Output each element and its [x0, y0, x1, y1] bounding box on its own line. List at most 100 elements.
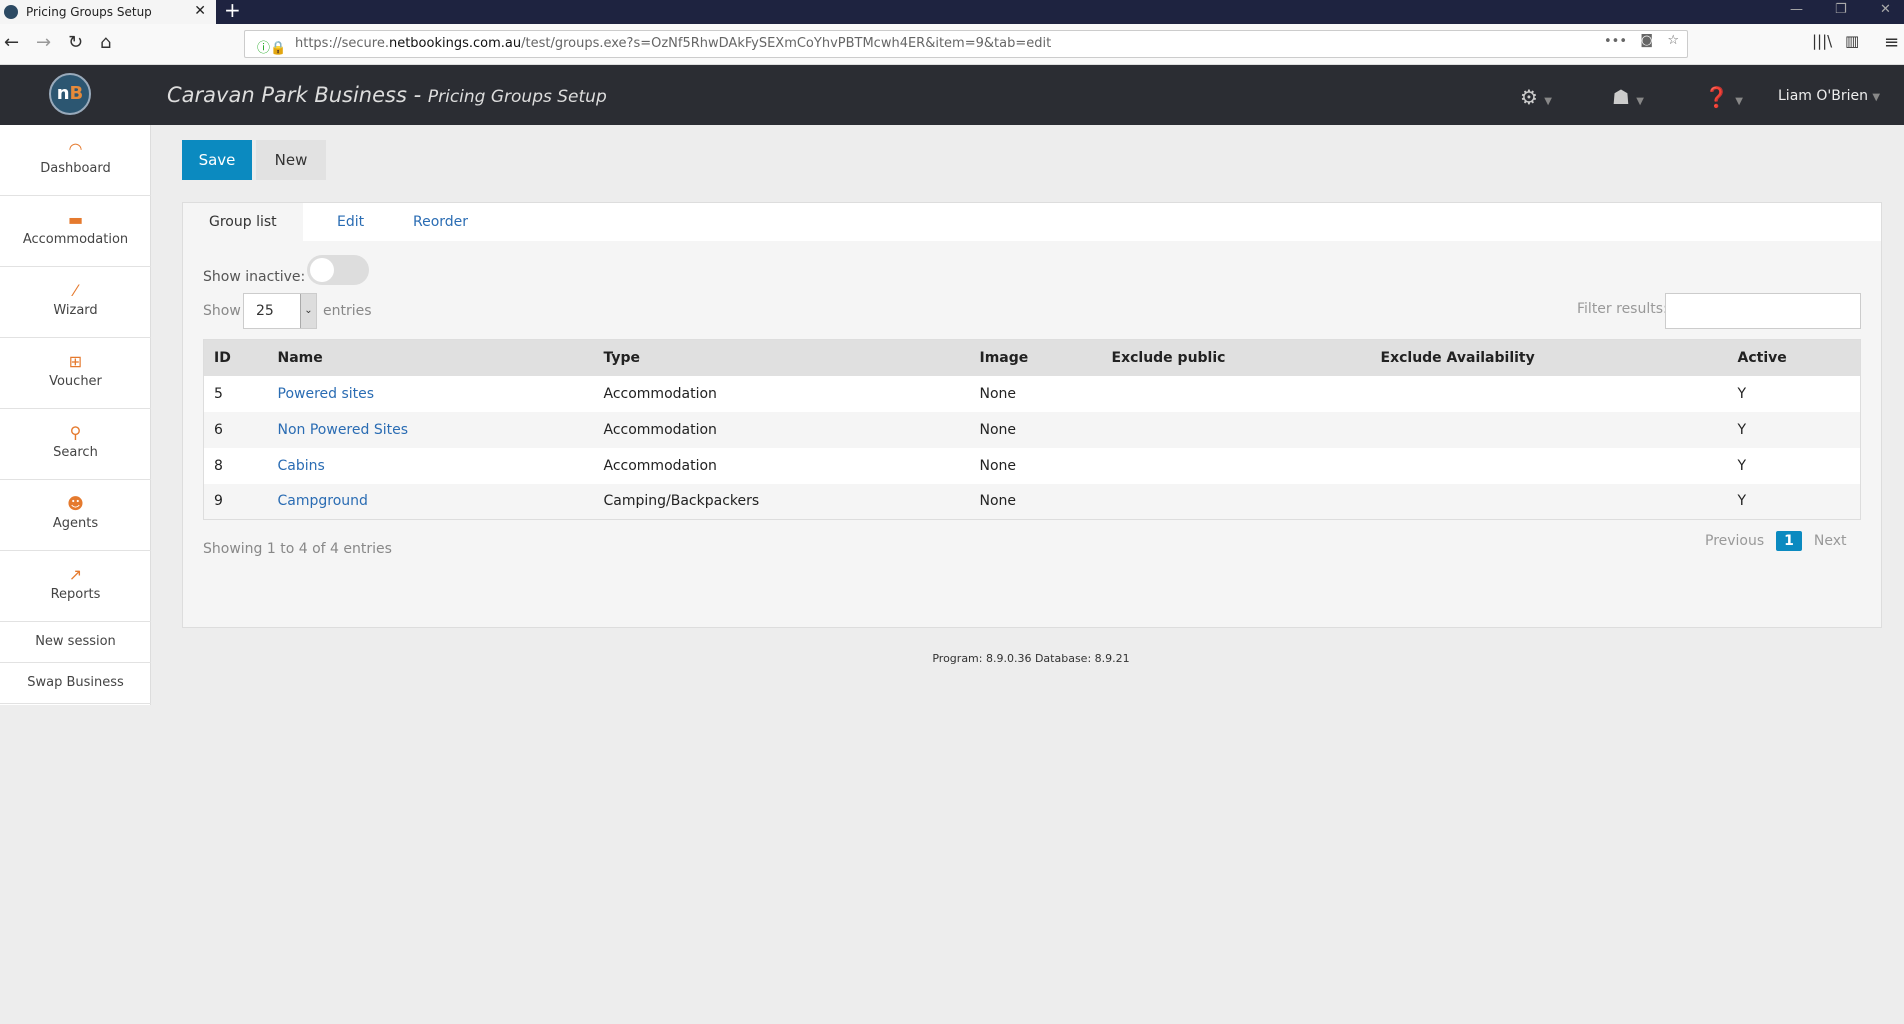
tab-title: Pricing Groups Setup — [26, 5, 152, 19]
groups-table: ID Name Type Image Exclude public Exclud… — [203, 339, 1861, 520]
browser-nav-bar: ← → ↻ ⌂ ⓘ🔒 https://secure.netbookings.co… — [0, 24, 1904, 65]
next-button[interactable]: Next — [1814, 533, 1847, 549]
pocket-icon[interactable]: ◙ — [1640, 33, 1653, 48]
show-inactive-toggle[interactable] — [307, 255, 369, 285]
cell-image: None — [969, 447, 1102, 484]
address-bar[interactable]: ⓘ🔒 https://secure.netbookings.com.au/tes… — [244, 30, 1688, 58]
cell-name: Campground — [267, 483, 594, 520]
cell-exclude-availability — [1370, 375, 1728, 412]
col-id[interactable]: ID — [203, 339, 268, 376]
cell-exclude-public — [1101, 411, 1371, 448]
col-type[interactable]: Type — [593, 339, 970, 376]
filter-label: Filter results: — [1577, 301, 1668, 317]
col-exclude-availability[interactable]: Exclude Availability — [1370, 339, 1728, 376]
sidebar-item-voucher[interactable]: ⊞ Voucher — [0, 338, 151, 409]
tab-reorder[interactable]: Reorder — [387, 203, 494, 241]
minimize-icon[interactable]: — — [1790, 2, 1803, 17]
new-tab-button[interactable]: + — [224, 0, 241, 22]
library-icon[interactable]: |||\ — [1812, 32, 1832, 50]
cell-active: Y — [1727, 483, 1861, 520]
group-name-link[interactable]: Powered sites — [278, 386, 375, 402]
tab-group-list[interactable]: Group list — [183, 203, 303, 241]
cell-exclude-public — [1101, 483, 1371, 520]
filter-input[interactable] — [1665, 293, 1861, 329]
sidebar-item-accommodation[interactable]: ▬ Accommodation — [0, 196, 151, 267]
page-1-button[interactable]: 1 — [1776, 531, 1802, 551]
forward-icon[interactable]: → — [36, 32, 51, 53]
cell-exclude-availability — [1370, 447, 1728, 484]
url-prefix: https://secure. — [295, 36, 389, 51]
cell-active: Y — [1727, 375, 1861, 412]
cell-image: None — [969, 375, 1102, 412]
cell-exclude-availability — [1370, 483, 1728, 520]
url-domain: netbookings.com.au — [388, 36, 522, 51]
reload-icon[interactable]: ↻ — [68, 32, 83, 53]
cell-id: 6 — [203, 411, 268, 448]
cell-type: Camping/Backpackers — [593, 483, 970, 520]
cell-exclude-public — [1101, 447, 1371, 484]
chevron-down-icon: ⌄ — [300, 294, 316, 328]
table-info: Showing 1 to 4 of 4 entries — [203, 541, 392, 557]
menu-icon[interactable]: ≡ — [1884, 32, 1899, 53]
help-icon[interactable]: ❓ ▼ — [1704, 85, 1743, 109]
group-name-link[interactable]: Campground — [278, 493, 368, 509]
sidebar-item-search[interactable]: ⚲ Search — [0, 409, 151, 480]
tab-edit[interactable]: Edit — [311, 203, 390, 241]
col-image[interactable]: Image — [969, 339, 1102, 376]
sidebar-toggle-icon[interactable]: ▥ — [1845, 32, 1859, 50]
table-row[interactable]: 8 Cabins Accommodation None Y — [203, 447, 1861, 484]
cell-id: 5 — [203, 375, 268, 412]
swap-business-link[interactable]: Swap Business — [0, 663, 151, 704]
page-title: Caravan Park Business - Pricing Groups S… — [167, 83, 607, 107]
col-active[interactable]: Active — [1727, 339, 1861, 376]
restore-icon[interactable]: ❐ — [1835, 2, 1847, 17]
lock-icon: ⓘ🔒 — [257, 41, 287, 56]
save-button[interactable]: Save — [182, 140, 252, 180]
cell-id: 9 — [203, 483, 268, 520]
cell-image: None — [969, 411, 1102, 448]
cell-active: Y — [1727, 447, 1861, 484]
agent-icon: ☻ — [67, 494, 84, 513]
close-window-icon[interactable]: ✕ — [1880, 2, 1891, 17]
app-header: nB Caravan Park Business - Pricing Group… — [0, 65, 1904, 125]
close-tab-icon[interactable]: ✕ — [194, 3, 206, 19]
col-name[interactable]: Name — [267, 339, 594, 376]
table-row[interactable]: 9 Campground Camping/Backpackers None Y — [203, 483, 1861, 520]
magic-wand-icon: ⁄ — [74, 281, 77, 300]
sidebar-item-wizard[interactable]: ⁄ Wizard — [0, 267, 151, 338]
settings-gear-icon[interactable]: ⚙ ▼ — [1520, 85, 1552, 109]
pagination: Previous 1 Next — [1705, 531, 1847, 551]
favicon-icon — [4, 5, 18, 19]
group-name-link[interactable]: Non Powered Sites — [278, 422, 409, 438]
gift-icon: ⊞ — [68, 352, 83, 371]
col-exclude-public[interactable]: Exclude public — [1101, 339, 1371, 376]
browser-tab[interactable]: Pricing Groups Setup ✕ — [0, 0, 216, 24]
show-inactive-label: Show inactive: — [203, 269, 306, 285]
more-icon[interactable]: ••• — [1604, 34, 1627, 49]
user-menu[interactable]: Liam O'Brien ▼ — [1778, 88, 1880, 104]
previous-button[interactable]: Previous — [1705, 533, 1764, 549]
show-label: Show — [203, 303, 241, 319]
entries-label: entries — [323, 303, 372, 319]
home-icon[interactable]: ⌂ — [100, 32, 111, 53]
back-icon[interactable]: ← — [4, 32, 19, 53]
cell-name: Cabins — [267, 447, 594, 484]
sidebar-item-reports[interactable]: ↗ Reports — [0, 551, 151, 622]
url-path: /test/groups.exe?s=OzNf5RhwDAkFySEXmCoYh… — [521, 36, 1052, 51]
cell-image: None — [969, 483, 1102, 520]
table-row[interactable]: 5 Powered sites Accommodation None Y — [203, 375, 1861, 412]
sidebar-item-agents[interactable]: ☻ Agents — [0, 480, 151, 551]
bookmark-star-icon[interactable]: ☆ — [1667, 33, 1679, 48]
search-icon: ⚲ — [69, 423, 82, 442]
cell-id: 8 — [203, 447, 268, 484]
page-length-select[interactable]: 25 ⌄ — [243, 293, 317, 329]
group-name-link[interactable]: Cabins — [278, 458, 325, 474]
sidebar-item-dashboard[interactable]: ◠ Dashboard — [0, 125, 151, 196]
bed-icon: ▬ — [67, 210, 84, 229]
dashboard-icon: ◠ — [68, 139, 83, 158]
logo[interactable]: nB — [49, 73, 91, 115]
new-button[interactable]: New — [256, 140, 326, 180]
cell-type: Accommodation — [593, 411, 970, 448]
ninja-user-icon[interactable]: ☗ ▼ — [1612, 85, 1644, 109]
table-row[interactable]: 6 Non Powered Sites Accommodation None Y — [203, 411, 1861, 448]
